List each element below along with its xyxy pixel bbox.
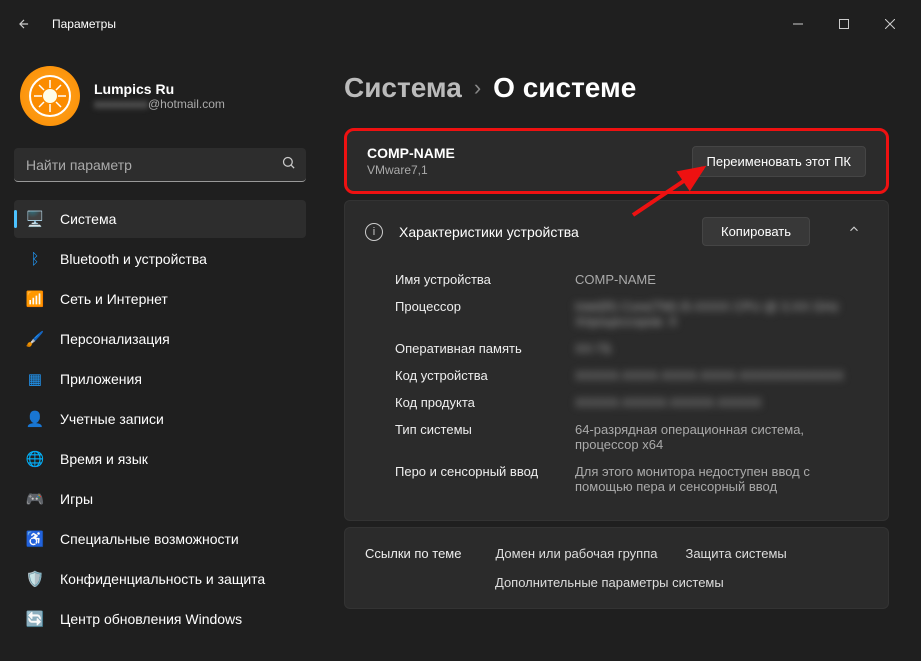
search-input[interactable] (14, 148, 306, 182)
device-specs-card: i Характеристики устройства Копировать И… (344, 200, 889, 521)
computer-name: COMP-NAME (367, 145, 455, 161)
breadcrumb-parent[interactable]: Система (344, 72, 462, 104)
spec-value: Intel(R) Core(TM) i5-XXXX CPU @ 3.XX GHz… (575, 299, 868, 329)
avatar (20, 66, 80, 126)
sidebar-item[interactable]: 🌐 Время и язык (14, 440, 306, 478)
nav-label: Приложения (60, 371, 142, 387)
spec-value: XXXXX-XXXXX-XXXXX-XXXXX (575, 395, 868, 410)
related-links-card: Ссылки по теме Домен или рабочая группа … (344, 527, 889, 609)
sidebar-item[interactable]: 🎮 Игры (14, 480, 306, 518)
link-domain[interactable]: Домен или рабочая группа (495, 546, 657, 561)
sidebar-item[interactable]: 🛡️ Конфиденциальность и защита (14, 560, 306, 598)
sidebar: Lumpics Ru xxxxxxxxx@hotmail.com 🖥️ Систе… (0, 48, 320, 661)
spec-row: Код продуктаXXXXX-XXXXX-XXXXX-XXXXX (395, 389, 868, 416)
spec-row: ПроцессорIntel(R) Core(TM) i5-XXXX CPU @… (395, 293, 868, 335)
nav-label: Персонализация (60, 331, 170, 347)
nav-label: Система (60, 211, 116, 227)
spec-key: Перо и сенсорный ввод (395, 464, 575, 494)
link-advanced[interactable]: Дополнительные параметры системы (495, 575, 724, 590)
titlebar: Параметры (0, 0, 921, 48)
back-button[interactable] (8, 8, 40, 40)
minimize-button[interactable] (775, 8, 821, 40)
rename-card: COMP-NAME VMware7,1 Переименовать этот П… (344, 128, 889, 194)
spec-row: Перо и сенсорный вводДля этого монитора … (395, 458, 868, 500)
nav-icon: 🔄 (26, 610, 44, 628)
spec-value: 64-разрядная операционная система, проце… (575, 422, 868, 452)
spec-row: Тип системы64-разрядная операционная сис… (395, 416, 868, 458)
collapse-button[interactable] (840, 222, 868, 241)
sidebar-item[interactable]: 👤 Учетные записи (14, 400, 306, 438)
nav-label: Центр обновления Windows (60, 611, 242, 627)
copy-button[interactable]: Копировать (702, 217, 810, 246)
breadcrumb: Система › О системе (344, 72, 889, 104)
profile-block[interactable]: Lumpics Ru xxxxxxxxx@hotmail.com (14, 48, 306, 148)
nav-label: Игры (60, 491, 93, 507)
nav-label: Конфиденциальность и защита (60, 571, 265, 587)
nav-label: Bluetooth и устройства (60, 251, 207, 267)
maximize-button[interactable] (821, 8, 867, 40)
spec-value: Для этого монитора недоступен ввод с пом… (575, 464, 868, 494)
close-button[interactable] (867, 8, 913, 40)
spec-row: Имя устройстваCOMP-NAME (395, 266, 868, 293)
chevron-right-icon: › (474, 75, 481, 101)
sidebar-item[interactable]: 🔄 Центр обновления Windows (14, 600, 306, 638)
rename-pc-button[interactable]: Переименовать этот ПК (692, 146, 867, 177)
links-title: Ссылки по теме (365, 546, 461, 561)
search-icon (281, 155, 296, 175)
computer-model: VMware7,1 (367, 163, 455, 177)
sidebar-item[interactable]: ♿ Специальные возможности (14, 520, 306, 558)
nav-label: Учетные записи (60, 411, 164, 427)
spec-value: XX ГБ (575, 341, 868, 356)
spec-key: Код продукта (395, 395, 575, 410)
spec-key: Имя устройства (395, 272, 575, 287)
sidebar-item[interactable]: 🖌️ Персонализация (14, 320, 306, 358)
nav-icon: ♿ (26, 530, 44, 548)
nav-icon: ᛒ (26, 250, 44, 268)
sidebar-item[interactable]: 🖥️ Система (14, 200, 306, 238)
nav-label: Специальные возможности (60, 531, 239, 547)
link-protection[interactable]: Защита системы (685, 546, 786, 561)
sidebar-item[interactable]: ▦ Приложения (14, 360, 306, 398)
nav-icon: 🌐 (26, 450, 44, 468)
search-box (14, 148, 306, 182)
sidebar-item[interactable]: ᛒ Bluetooth и устройства (14, 240, 306, 278)
sidebar-item[interactable]: 📶 Сеть и Интернет (14, 280, 306, 318)
spec-key: Процессор (395, 299, 575, 329)
nav-icon: 👤 (26, 410, 44, 428)
nav-label: Время и язык (60, 451, 148, 467)
nav-icon: 🎮 (26, 490, 44, 508)
nav-list: 🖥️ Система ᛒ Bluetooth и устройства 📶 Сеть и … (14, 200, 306, 661)
specs-title: Характеристики устройства (399, 224, 686, 240)
window-title: Параметры (52, 17, 116, 31)
nav-icon: 🖌️ (26, 330, 44, 348)
profile-name: Lumpics Ru (94, 81, 225, 97)
spec-value: COMP-NAME (575, 272, 868, 287)
nav-icon: ▦ (26, 370, 44, 388)
spec-row: Оперативная памятьXX ГБ (395, 335, 868, 362)
nav-icon: 🖥️ (26, 210, 44, 228)
nav-icon: 📶 (26, 290, 44, 308)
spec-key: Код устройства (395, 368, 575, 383)
info-icon: i (365, 223, 383, 241)
spec-key: Оперативная память (395, 341, 575, 356)
spec-value: XXXXX-XXXX-XXXX-XXXX-XXXXXXXXXXXX (575, 368, 868, 383)
spec-row: Код устройстваXXXXX-XXXX-XXXX-XXXX-XXXXX… (395, 362, 868, 389)
spec-key: Тип системы (395, 422, 575, 452)
content-area: Система › О системе COMP-NAME VMware7,1 … (320, 48, 921, 661)
breadcrumb-current: О системе (493, 72, 636, 104)
profile-email: xxxxxxxxx@hotmail.com (94, 97, 225, 111)
nav-label: Сеть и Интернет (60, 291, 168, 307)
nav-icon: 🛡️ (26, 570, 44, 588)
